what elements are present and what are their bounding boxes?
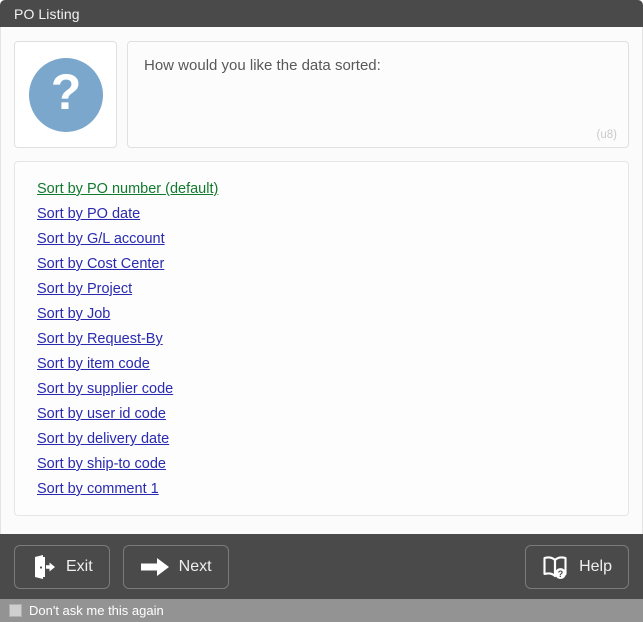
exit-button-label: Exit [66,557,93,575]
sort-link-delivery-date[interactable]: Sort by delivery date [37,431,169,447]
next-button[interactable]: Next [122,544,229,589]
list-item: Sort by comment 1 [37,476,628,501]
title-bar: PO Listing [0,0,643,27]
sort-link-user-id-code[interactable]: Sort by user id code [37,406,166,422]
list-item: Sort by user id code [37,401,628,426]
sort-link-request-by[interactable]: Sort by Request-By [37,331,163,347]
question-mark-icon: ? [28,57,103,132]
sort-link-item-code[interactable]: Sort by item code [37,356,150,372]
list-item: Sort by delivery date [37,426,628,451]
button-bar: Exit Next ? Help [0,534,643,599]
svg-text:?: ? [558,569,564,579]
sort-link-cost-center[interactable]: Sort by Cost Center [37,256,164,272]
list-item: Sort by Cost Center [37,251,628,276]
po-listing-window: PO Listing ? How would you like the data… [0,0,643,622]
book-help-icon: ? [542,554,570,580]
dont-ask-again-label: Don't ask me this again [29,603,164,618]
next-button-label: Next [178,557,212,575]
list-item: Sort by G/L account [37,226,628,251]
sort-link-po-number[interactable]: Sort by PO number (default) [37,181,218,197]
list-item: Sort by PO date [37,201,628,226]
window-title: PO Listing [14,5,80,22]
list-item: Sort by ship-to code [37,451,628,476]
prompt-hint: (u8) [596,129,617,141]
prompt-icon-box: ? [14,41,117,148]
dont-ask-again-checkbox[interactable] [9,604,22,617]
arrow-right-icon [140,556,170,578]
prompt-row: ? How would you like the data sorted: (u… [14,41,629,148]
list-item: Sort by Project [37,276,628,301]
help-button-label: Help [579,557,612,575]
prompt-box: How would you like the data sorted: (u8) [127,41,629,148]
list-item: Sort by Job [37,301,628,326]
list-item: Sort by Request-By [37,326,628,351]
list-item: Sort by item code [37,351,628,376]
list-item: Sort by PO number (default) [37,176,628,201]
sort-link-project[interactable]: Sort by Project [37,281,132,297]
exit-button[interactable]: Exit [14,544,110,589]
content-area: ? How would you like the data sorted: (u… [0,27,643,534]
sort-link-comment-1[interactable]: Sort by comment 1 [37,481,159,497]
exit-door-icon [31,554,57,580]
prompt-text: How would you like the data sorted: [144,57,381,74]
footer-bar: Don't ask me this again [0,599,643,622]
list-item: Sort by supplier code [37,376,628,401]
sort-link-supplier-code[interactable]: Sort by supplier code [37,381,173,397]
help-button[interactable]: ? Help [525,544,629,589]
sort-options-panel: Sort by PO number (default) Sort by PO d… [14,161,629,516]
svg-text:?: ? [50,68,81,120]
sort-link-po-date[interactable]: Sort by PO date [37,206,140,222]
sort-link-gl-account[interactable]: Sort by G/L account [37,231,165,247]
sort-link-job[interactable]: Sort by Job [37,306,110,322]
sort-link-ship-to-code[interactable]: Sort by ship-to code [37,456,166,472]
